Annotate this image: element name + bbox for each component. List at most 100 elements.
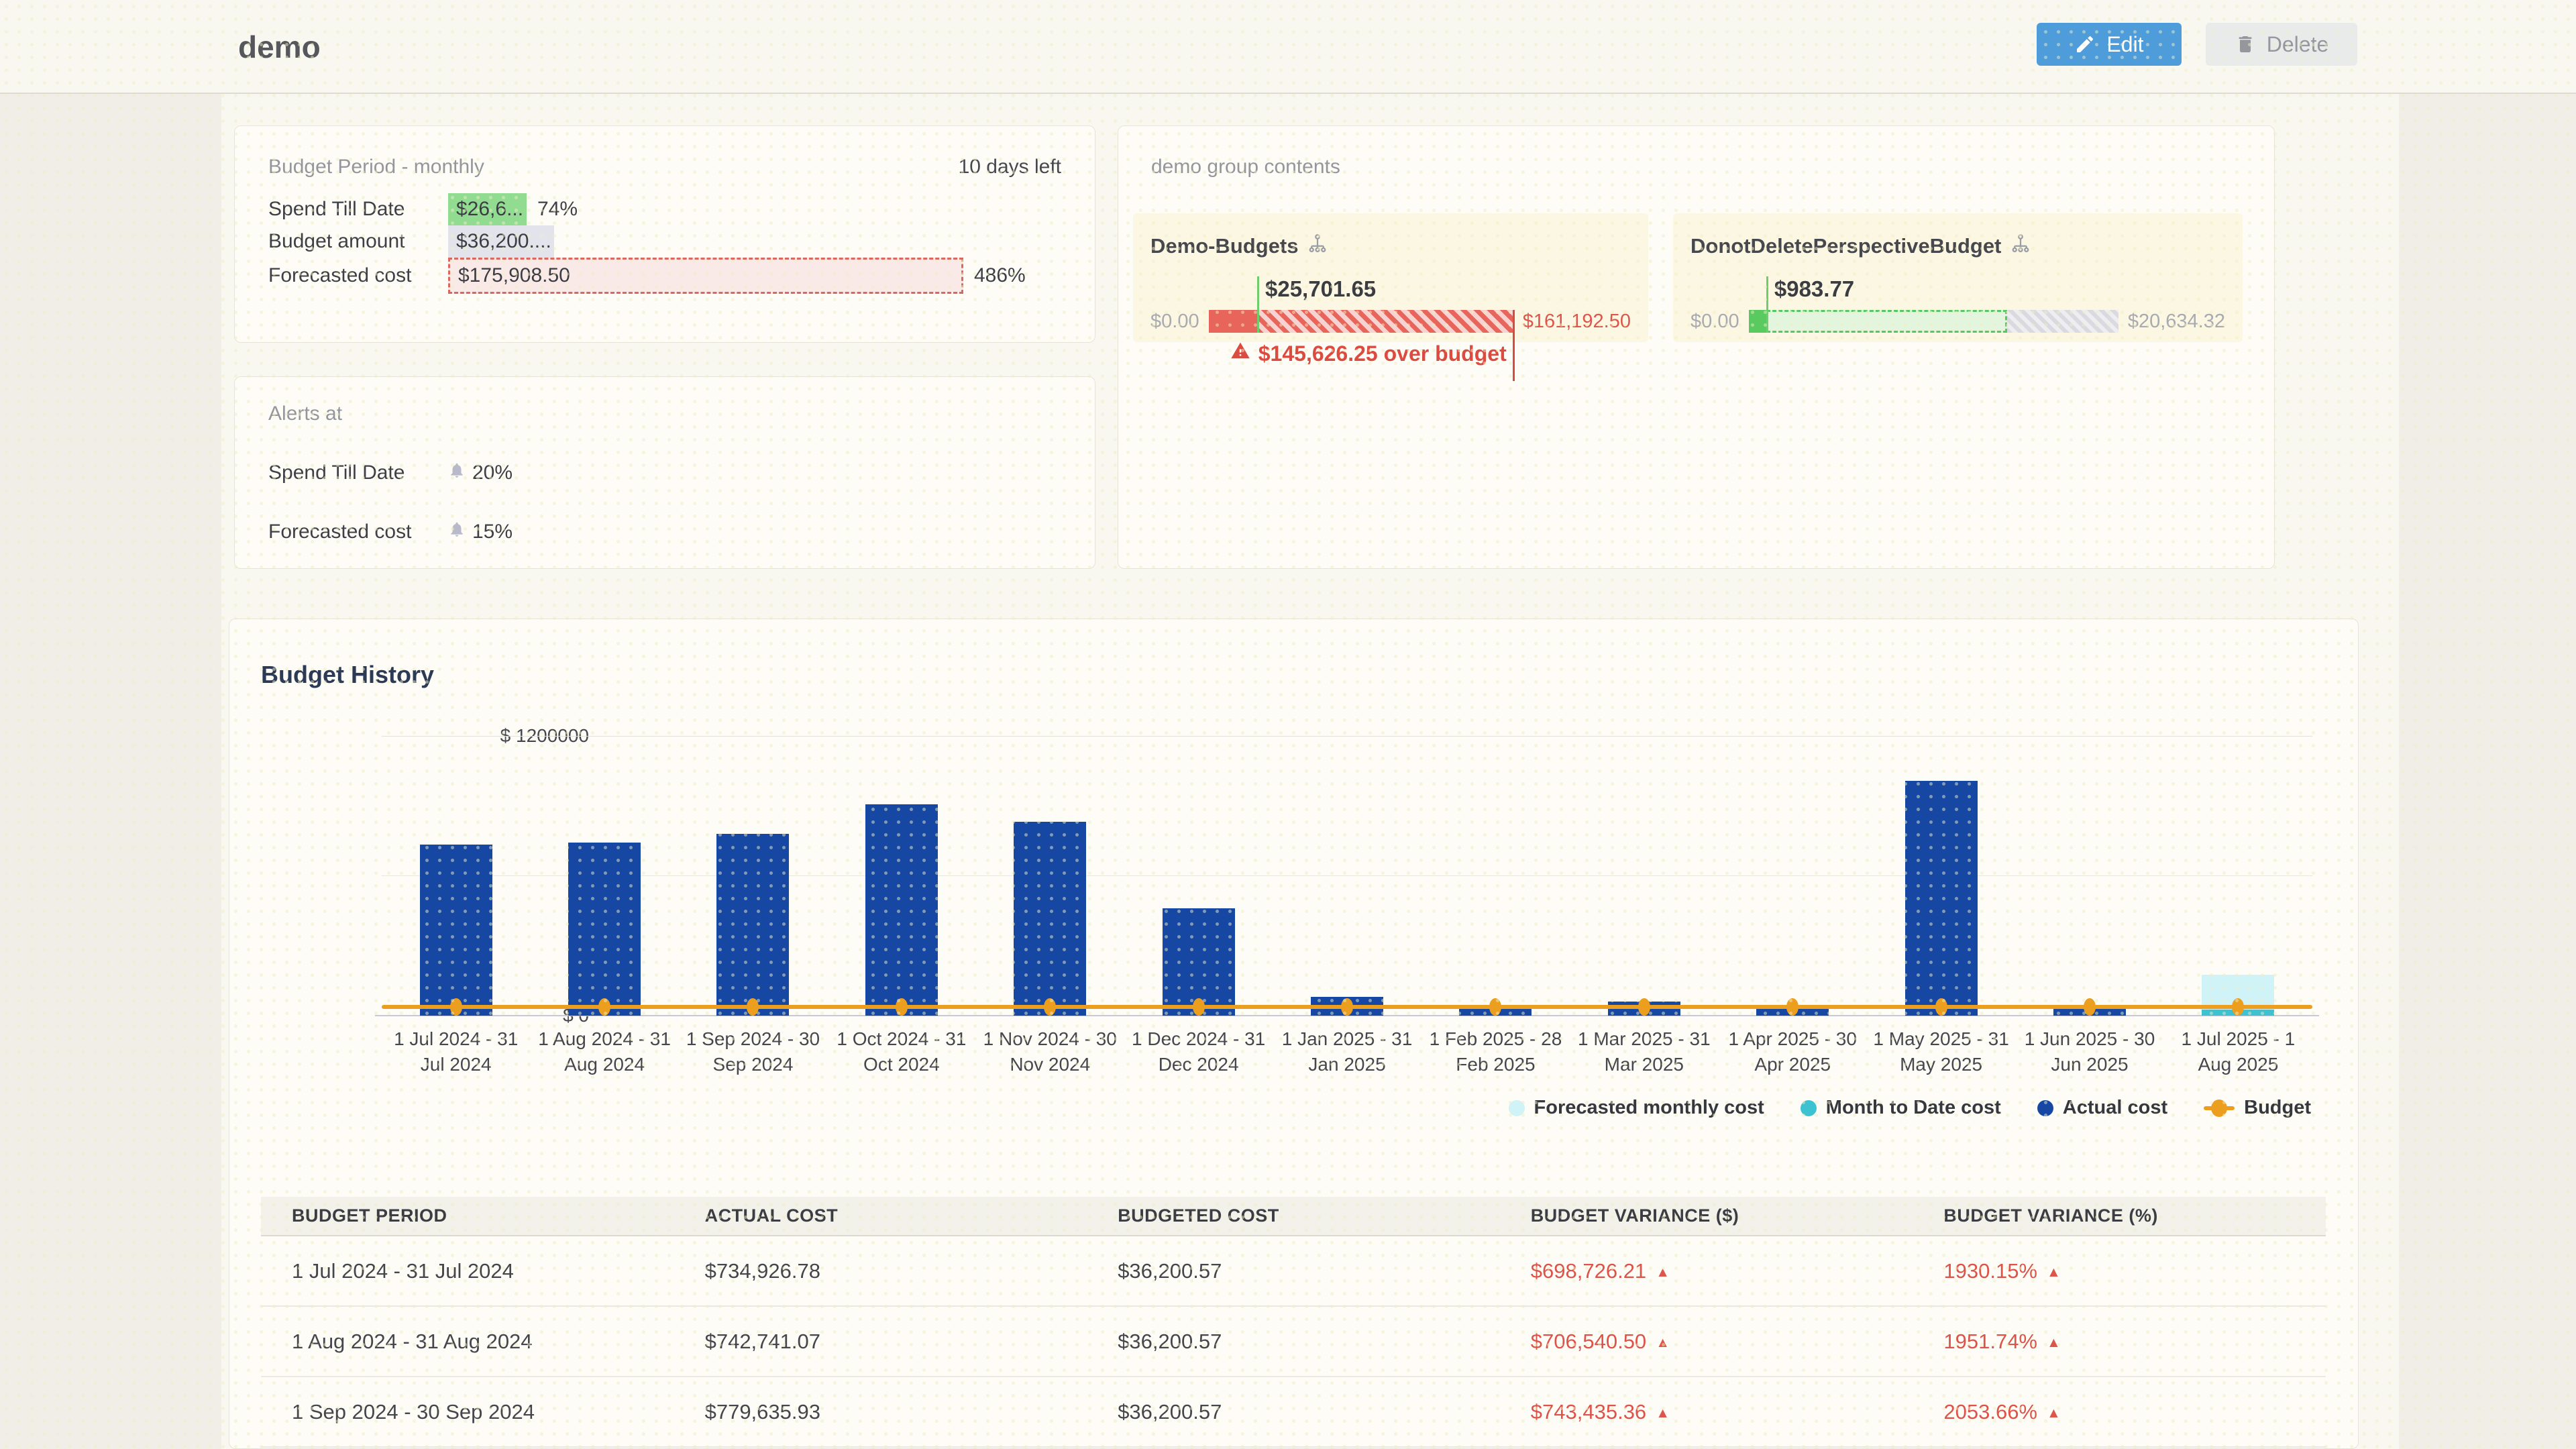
bell-icon [448, 462, 466, 484]
group-contents-title: demo group contents [1151, 156, 1340, 178]
chart-category-cell [679, 736, 827, 1016]
table-body: 1 Jul 2024 - 31 Jul 2024$734,926.78$36,2… [261, 1236, 2326, 1447]
alert-threshold: 15% [448, 521, 513, 543]
cell-budgeted-cost: $36,200.57 [1087, 1377, 1500, 1447]
table-column-header: Budget Variance ($) [1500, 1197, 1913, 1236]
budget-bar-end-label: $20,634.32 [2128, 311, 2225, 333]
over-budget-note-text: $145,626.25 over budget [1258, 341, 1507, 366]
table-column-header: Budgeted Cost [1087, 1197, 1500, 1236]
budget-period-spend-percent: 74% [537, 198, 578, 221]
x-axis-label: 1 May 2025 - 31 May 2025 [1867, 1026, 2015, 1077]
alert-row-label: Spend Till Date [268, 462, 448, 484]
x-axis-label: 1 Jul 2025 - 1 Aug 2025 [2164, 1026, 2312, 1077]
budget-period-spend-chip: $26,6... [448, 193, 527, 225]
variance-up-arrow-icon: ▲ [1656, 1335, 1670, 1350]
chart-category-cell [1570, 736, 1718, 1016]
over-budget-note: $145,626.25 over budget [1230, 341, 1507, 366]
x-axis-label: 1 Sep 2024 - 30 Sep 2024 [679, 1026, 827, 1077]
current-spend-tick [1766, 276, 1768, 333]
budget-history-title: Budget History [261, 661, 434, 689]
table-column-header: Budget Variance (%) [1913, 1197, 2326, 1236]
alert-threshold-value: 20% [472, 462, 513, 484]
edit-button[interactable]: Edit [2037, 23, 2182, 66]
group-budget-bar-area: $0.00$145,626.25 over budget$25,701.65$1… [1150, 310, 1631, 333]
budget-period-budget-chip: $36,200.... [448, 225, 554, 258]
legend-item-budget[interactable]: Budget [2204, 1097, 2311, 1119]
cell-budget-variance-pct: 1930.15%▲ [1913, 1236, 2326, 1306]
table-column-header: Actual Cost [674, 1197, 1087, 1236]
trash-icon [2235, 34, 2256, 55]
legend-label: Budget [2244, 1097, 2311, 1119]
budget-period-card-title: Budget Period - monthly [268, 156, 484, 178]
variance-up-arrow-icon: ▲ [2047, 1335, 2061, 1350]
x-axis-labels: 1 Jul 2024 - 31 Jul 20241 Aug 2024 - 31 … [382, 1026, 2312, 1077]
budget-period-row-label: Forecasted cost [268, 264, 448, 287]
legend-label: Forecasted monthly cost [1534, 1097, 1764, 1119]
org-hierarchy-icon [2010, 233, 2031, 259]
chart-category-cell [1718, 736, 1866, 1016]
edit-button-label: Edit [2106, 32, 2143, 57]
cell-budget-period: 1 Sep 2024 - 30 Sep 2024 [261, 1377, 674, 1447]
budget-progress-bar: $145,626.25 over budget$25,701.65 [1209, 310, 1513, 333]
budget-period-row-label: Spend Till Date [268, 198, 448, 221]
group-budget-list: Demo-Budgets $0.00$145,626.25 over budget… [1133, 213, 2243, 342]
legend-line-dot-icon [2204, 1099, 2235, 1117]
header-actions: Edit Delete [2037, 23, 2357, 66]
delete-button[interactable]: Delete [2206, 23, 2357, 66]
chart-category-cell [827, 736, 975, 1016]
org-hierarchy-icon [1307, 233, 1328, 259]
legend-dot-icon [1509, 1100, 1525, 1116]
x-axis-label: 1 Dec 2024 - 31 Dec 2024 [1124, 1026, 1273, 1077]
bell-icon [448, 521, 466, 543]
delete-button-label: Delete [2267, 32, 2329, 57]
budget-period-spend-value: $26,6... [456, 198, 523, 221]
cell-budget-period: 1 Aug 2024 - 31 Aug 2024 [261, 1306, 674, 1377]
forecast-segment [1766, 310, 2008, 333]
budget-period-forecast-value: $175,908.50 [458, 264, 570, 287]
actual-cost-bar [420, 845, 492, 1016]
budget-history-chart [382, 736, 2312, 1016]
budget-line-marker [1638, 998, 1650, 1016]
group-budget-name: Demo-Budgets [1150, 234, 1298, 258]
cell-budget-variance-pct: 1951.74%▲ [1913, 1306, 2326, 1377]
group-budget-name: DonotDeletePerspectiveBudget [1690, 234, 2001, 258]
group-budget-card[interactable]: DonotDeletePerspectiveBudget $0.00$983.77… [1673, 213, 2243, 342]
group-contents-card: demo group contents Demo-Budgets $0.00$14… [1118, 125, 2275, 569]
cell-budget-variance-pct: 2053.66%▲ [1913, 1377, 2326, 1447]
actual-cost-bar [1905, 781, 1978, 1016]
budget-period-forecast-percent: 486% [974, 264, 1026, 287]
legend-dot-icon [1801, 1100, 1817, 1116]
warning-icon [1230, 341, 1250, 366]
x-axis-label: 1 Aug 2024 - 31 Aug 2024 [530, 1026, 678, 1077]
variance-up-arrow-icon: ▲ [1656, 1265, 1670, 1280]
x-axis-label: 1 Mar 2025 - 31 Mar 2025 [1570, 1026, 1718, 1077]
table-header-row: Budget PeriodActual CostBudgeted CostBud… [261, 1197, 2326, 1236]
chart-category-cell [1273, 736, 1421, 1016]
group-budget-bar-area: $0.00$983.77$20,634.32 [1690, 310, 2225, 333]
budget-period-card: Budget Period - monthly 10 days left Spe… [234, 125, 1095, 343]
budget-period-row: Budget amount$36,200.... [268, 225, 1061, 258]
legend-label: Actual cost [2063, 1097, 2167, 1119]
group-budget-card[interactable]: Demo-Budgets $0.00$145,626.25 over budget… [1133, 213, 1648, 342]
overage-segment [1257, 310, 1513, 333]
actual-cost-bar [865, 804, 938, 1016]
variance-up-arrow-icon: ▲ [2047, 1265, 2061, 1280]
x-axis-label: 1 Jun 2025 - 30 Jun 2025 [2015, 1026, 2163, 1077]
x-axis-label: 1 Nov 2024 - 30 Nov 2024 [976, 1026, 1124, 1077]
chart-category-cell [1124, 736, 1273, 1016]
page-header: demo Edit Delete [0, 0, 2576, 94]
chart-legend: Forecasted monthly cost Month to Date cos… [1509, 1097, 2311, 1119]
x-axis-label: 1 Oct 2024 - 31 Oct 2024 [827, 1026, 975, 1077]
legend-item-actual-cost[interactable]: Actual cost [2037, 1097, 2167, 1119]
table-column-header: Budget Period [261, 1197, 674, 1236]
variance-up-arrow-icon: ▲ [1656, 1405, 1670, 1421]
legend-label: Month to Date cost [1826, 1097, 2001, 1119]
legend-item-forecasted-monthly-cost[interactable]: Forecasted monthly cost [1509, 1097, 1764, 1119]
budget-history-card: Budget History $ 1200000 $ 0 1 Jul 2024 … [229, 619, 2359, 1449]
budget-line-marker [1935, 998, 1947, 1016]
legend-item-month-to-date-cost[interactable]: Month to Date cost [1801, 1097, 2001, 1119]
chart-category-cell [530, 736, 678, 1016]
budget-history-table: Budget PeriodActual CostBudgeted CostBud… [261, 1197, 2326, 1448]
alert-row-label: Forecasted cost [268, 521, 448, 543]
alerts-card: Alerts at Spend Till Date20%Forecasted c… [234, 376, 1095, 569]
